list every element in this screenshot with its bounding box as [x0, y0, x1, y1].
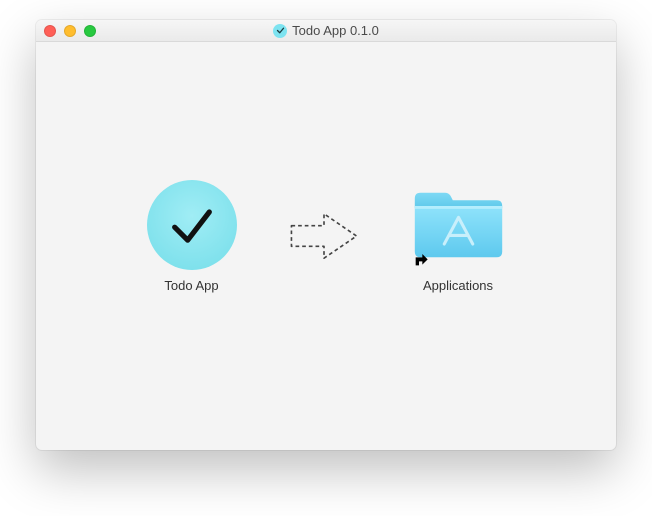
alias-arrow-icon: [413, 252, 429, 268]
app-title-icon: [273, 24, 287, 38]
app-icon: [147, 180, 237, 270]
maximize-button[interactable]: [84, 25, 96, 37]
installer-content: Todo App: [36, 42, 616, 450]
traffic-lights: [44, 25, 96, 37]
drag-arrow-icon: [287, 191, 361, 281]
title-container: Todo App 0.1.0: [36, 23, 616, 38]
app-label: Todo App: [164, 278, 218, 293]
app-bundle[interactable]: Todo App: [147, 180, 237, 293]
window-title: Todo App 0.1.0: [292, 23, 379, 38]
close-button[interactable]: [44, 25, 56, 37]
applications-label: Applications: [423, 278, 493, 293]
minimize-button[interactable]: [64, 25, 76, 37]
applications-folder-shortcut[interactable]: Applications: [411, 180, 506, 293]
applications-folder-icon: [411, 180, 506, 270]
window-titlebar[interactable]: Todo App 0.1.0: [36, 20, 616, 42]
dmg-installer-window: Todo App 0.1.0 Todo App: [36, 20, 616, 450]
